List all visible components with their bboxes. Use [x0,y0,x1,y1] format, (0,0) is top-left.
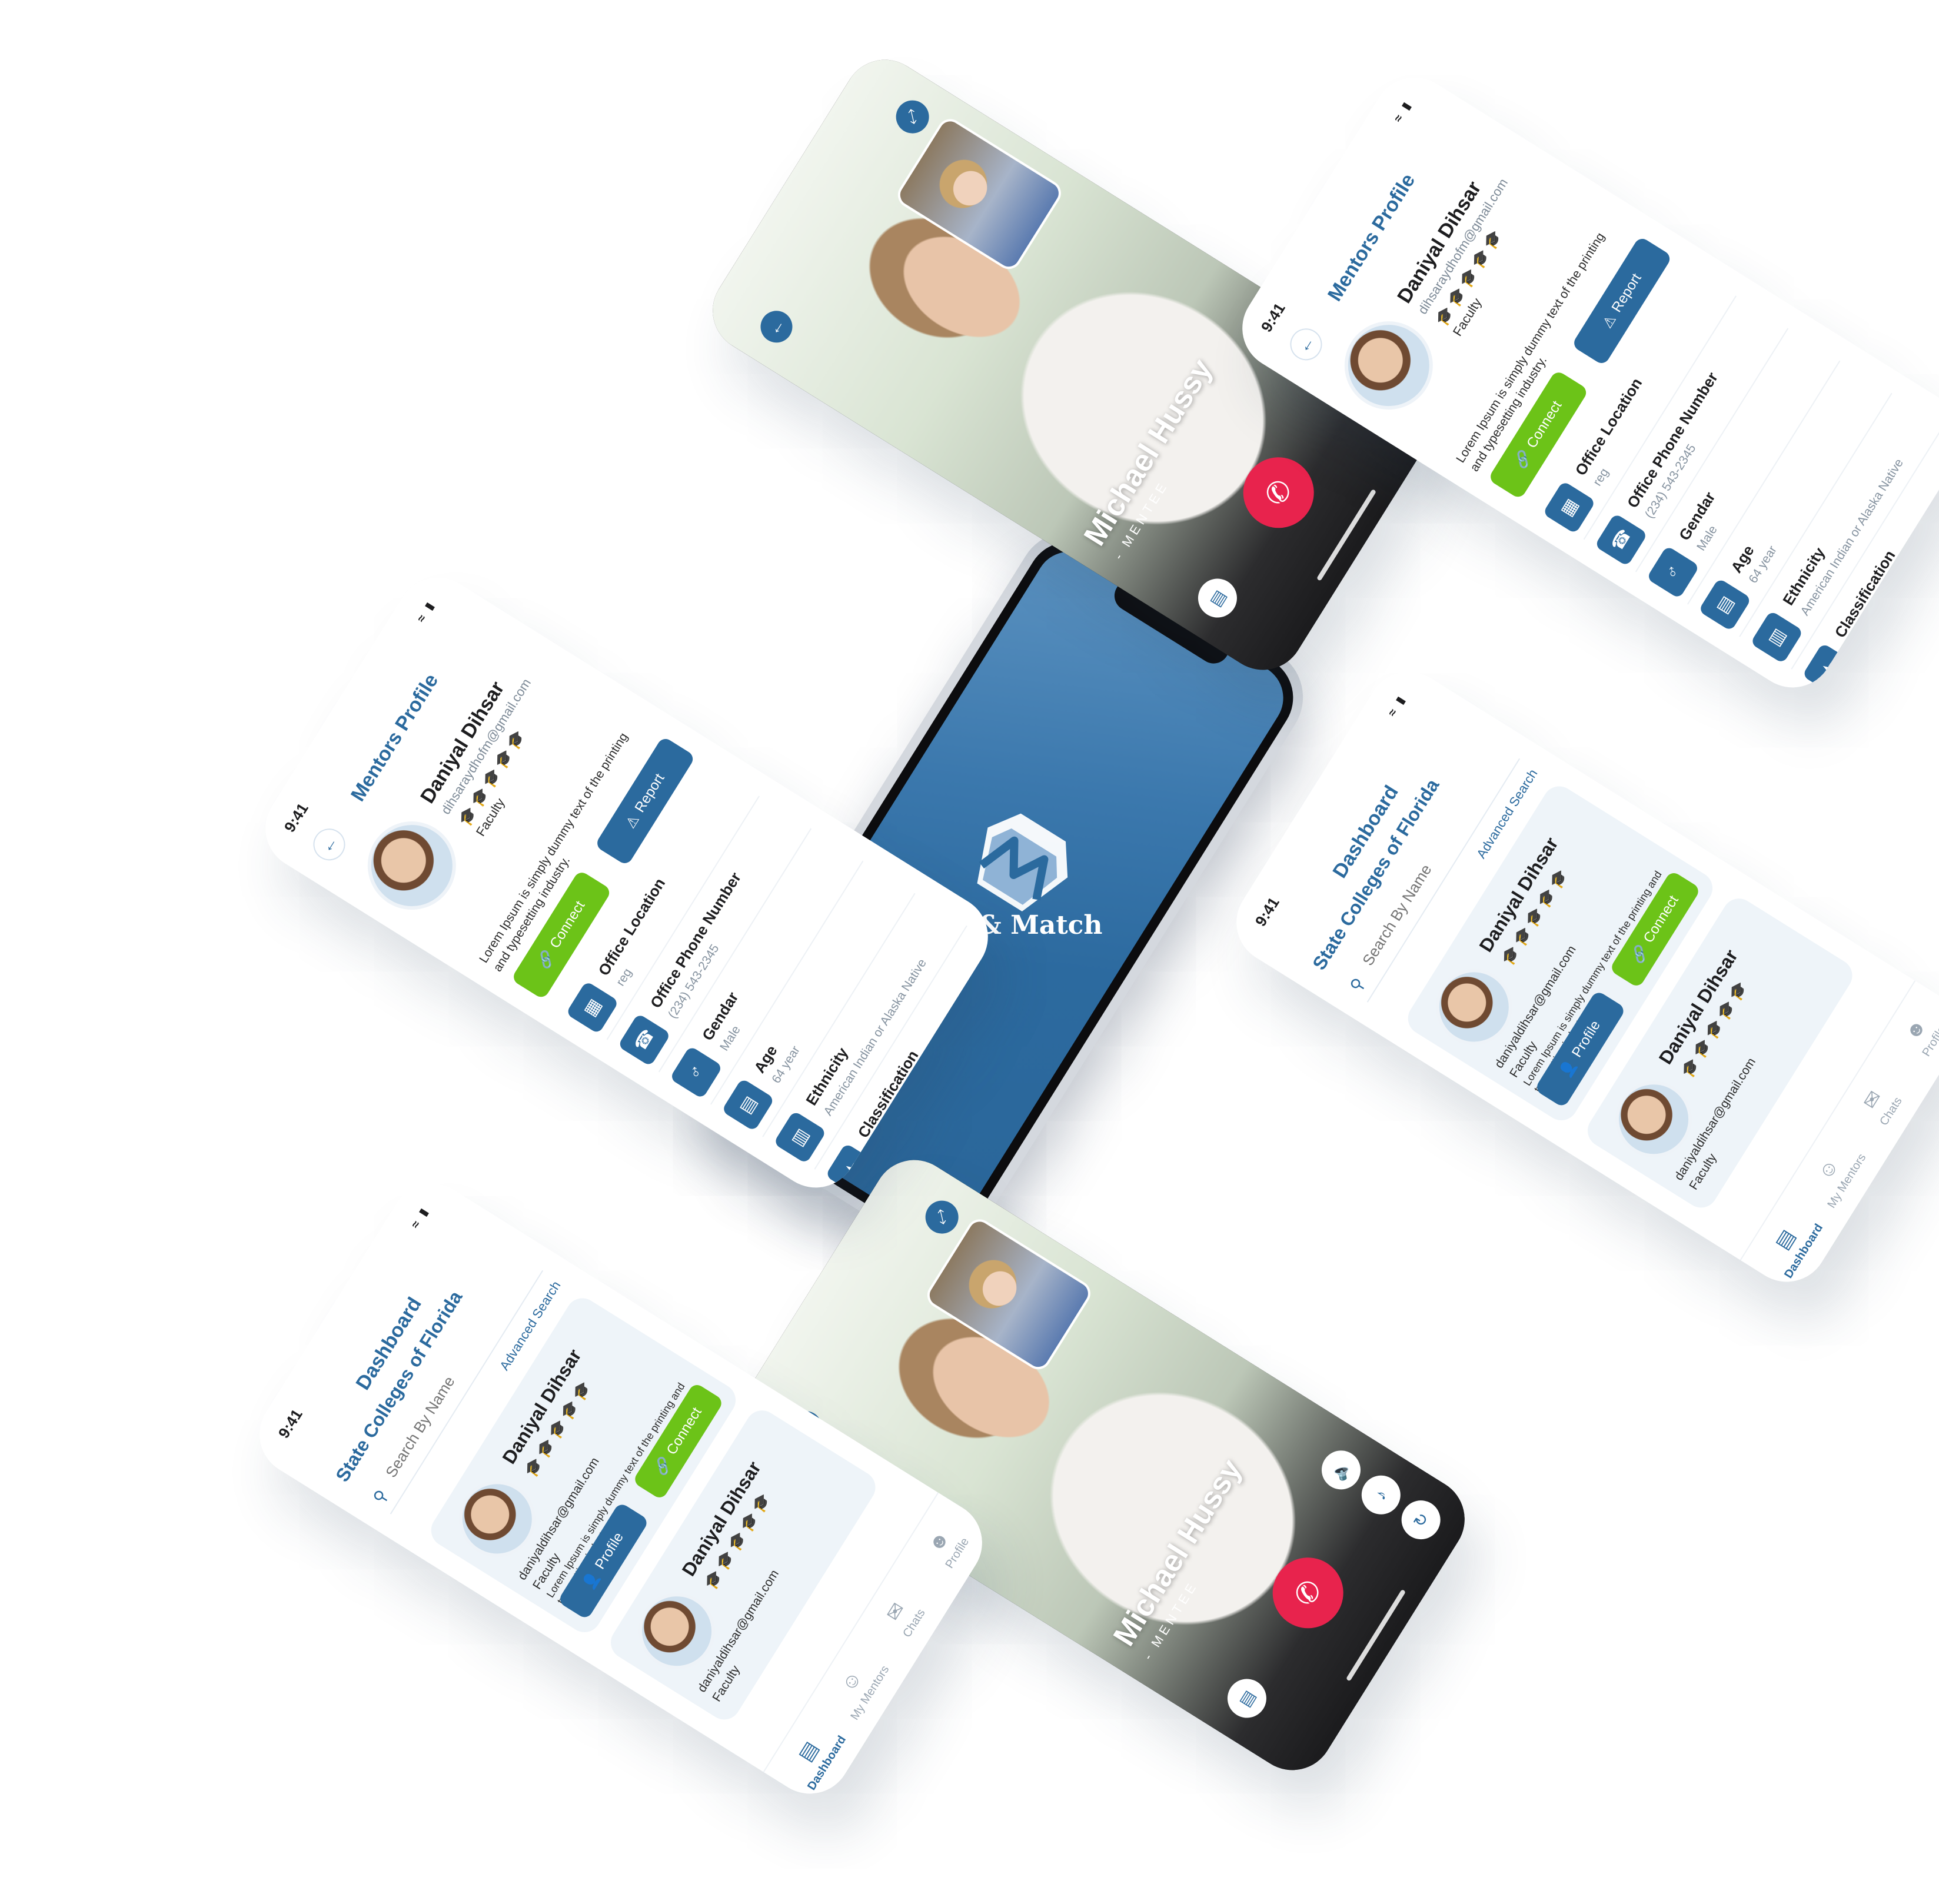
link-icon: 🔗 [1511,448,1535,471]
report-icon: ⚠ [1599,311,1619,331]
chat-icon: ✉ [881,1598,910,1625]
building-icon: ▦ [566,980,620,1034]
speaker-icon: 🔈 [1328,1456,1355,1484]
signal-battery-icon: ≈ ▮ [408,1204,433,1231]
phone-icon: ☎ [1594,512,1648,567]
speaker-button[interactable]: 🔈 [1314,1443,1368,1497]
switch-camera-button[interactable]: ↻ [1394,1493,1448,1547]
medal-icon: ★ [1802,643,1856,697]
dashboard-icon: ▤ [1770,1225,1800,1254]
phone-hangup-icon: ✆ [1287,1573,1329,1612]
connect-label: Connect [1524,398,1565,451]
profile-label: Profile [591,1529,627,1572]
link-icon: 🔗 [651,1454,674,1478]
user-icon: 👤 [580,1569,603,1592]
gender-icon: ♂ [669,1046,723,1100]
dashboard-screen-right: 9:41 ≈ ▮ Dashboard State Colleges of Flo… [1220,656,1939,1297]
chat-icon: ✉ [1858,1086,1887,1113]
search-icon: ⚲ [369,1486,391,1507]
building-icon: ▦ [1542,480,1597,534]
status-time: 9:41 [280,800,312,836]
report-label: Report [1608,271,1645,315]
signal-battery-icon: ≈ ▮ [1391,98,1415,125]
avatar [1328,304,1450,427]
status-time: 9:41 [1257,299,1289,335]
link-icon: 🔗 [1628,942,1651,966]
connect-label: Connect [547,898,588,951]
camera-switch-icon: ↻ [1409,1509,1433,1531]
expand-icon: ⤢ [930,1207,953,1227]
avatar [351,804,473,927]
report-icon: ⚠ [622,811,643,831]
chat-button[interactable]: ▤ [1190,571,1245,625]
phone-hangup-icon: ✆ [1258,473,1299,512]
field-value: reg [1590,465,1612,488]
profile-label: Profile [1568,1017,1604,1060]
calendar-icon: ▤ [721,1078,775,1132]
id-card-icon: ▥ [773,1110,827,1164]
end-call-button[interactable]: ✆ [1230,444,1328,541]
link-icon: 🔗 [534,948,558,971]
dashboard-icon: ▤ [793,1737,823,1766]
phone-icon: ☎ [617,1013,671,1067]
search-icon: ⚲ [1346,974,1368,995]
expand-icon: ⤢ [901,106,923,127]
end-call-button[interactable]: ✆ [1259,1544,1357,1642]
home-indicator [1345,1589,1406,1682]
mic-off-icon: ♪ [1371,1486,1391,1503]
user-icon: 👤 [1556,1057,1580,1080]
field-value: reg [613,966,635,988]
chat-button[interactable]: ▤ [1220,1672,1274,1725]
status-time: 9:41 [1251,894,1283,930]
id-card-icon: ▥ [1750,610,1804,664]
arrow-left-icon: ← [764,314,789,339]
mute-button[interactable]: ♪ [1354,1468,1408,1522]
home-indicator [1316,488,1377,581]
chat-icon: ▤ [1205,587,1230,610]
report-label: Report [631,771,668,815]
mentor-profile-screen-right: 9:41 ≈ ▮ ← Mentors Profile Daniyal Dihsa… [1226,62,1939,703]
status-time: 9:41 [274,1406,306,1442]
gender-icon: ♂ [1646,545,1700,600]
chat-icon: ▤ [1235,1687,1259,1710]
signal-battery-icon: ≈ ▮ [414,598,438,625]
signal-battery-icon: ≈ ▮ [1385,692,1409,719]
calendar-icon: ▤ [1698,578,1752,632]
